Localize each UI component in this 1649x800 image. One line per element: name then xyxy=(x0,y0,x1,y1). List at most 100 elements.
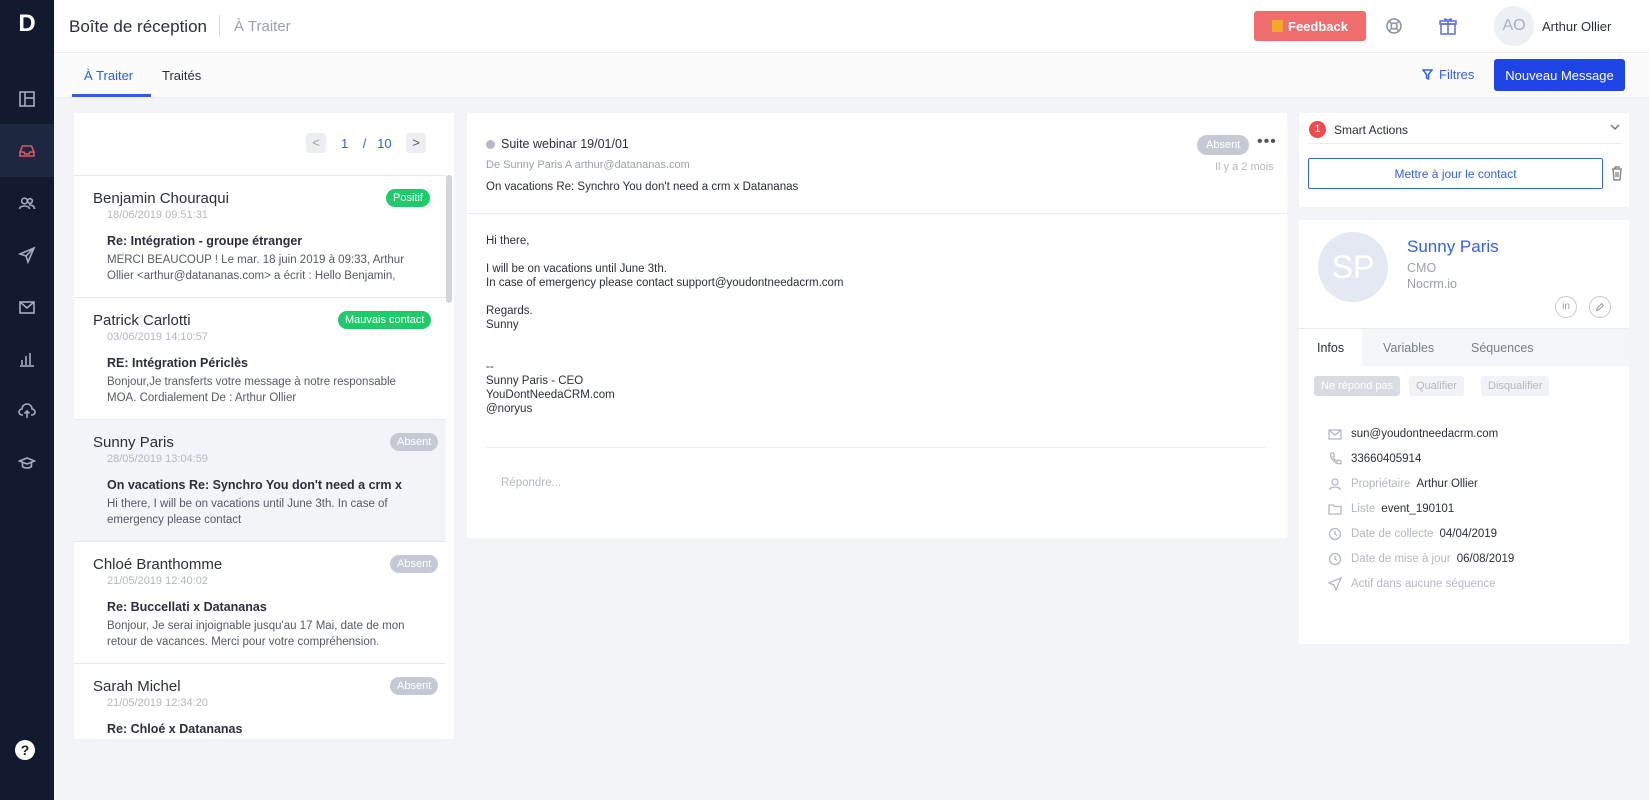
status-badge[interactable]: Absent xyxy=(1197,135,1250,155)
help-icon[interactable]: ? xyxy=(15,740,35,760)
status-badge: Absent xyxy=(390,433,439,451)
owner-value: Arthur Ollier xyxy=(1416,478,1478,490)
qualify-button[interactable]: Qualifier xyxy=(1409,376,1464,396)
status-badge: Absent xyxy=(390,555,439,573)
page-title: Boîte de réception xyxy=(69,17,207,36)
message-subject: Re: Intégration - groupe étranger xyxy=(107,234,303,248)
list-item[interactable]: Sunny Paris 28/05/2019 13:04:59 Absent O… xyxy=(74,419,446,541)
collect-date-value: 04/04/2019 xyxy=(1439,528,1498,540)
header-divider xyxy=(467,213,1287,214)
trash-icon[interactable] xyxy=(1610,165,1624,181)
reply-input[interactable]: Répondre... xyxy=(501,477,561,489)
body-line: Regards. xyxy=(486,305,533,317)
sender-name: Chloé Branthomme xyxy=(93,556,223,573)
user-avatar[interactable]: AO xyxy=(1494,6,1534,46)
app-logo[interactable]: D xyxy=(0,10,54,38)
list-item[interactable]: Benjamin Chouraqui 18/06/2019 09:51:31 P… xyxy=(74,175,446,297)
body-line: Hi there, xyxy=(486,235,530,247)
tab-infos[interactable]: Infos xyxy=(1299,329,1363,367)
gift-icon[interactable] xyxy=(1438,16,1458,36)
feedback-gift-icon xyxy=(1272,20,1283,32)
linkedin-icon[interactable]: in xyxy=(1555,296,1577,318)
update-date-label: Date de mise à jour xyxy=(1351,553,1451,565)
status-badge: Mauvais contact xyxy=(338,311,432,329)
next-page-button[interactable]: > xyxy=(406,133,426,153)
tab-sequences[interactable]: Séquences xyxy=(1471,329,1534,367)
chevron-down-icon[interactable] xyxy=(1609,121,1621,133)
no-reply-chip[interactable]: Ne répond pas xyxy=(1314,376,1401,396)
active-tab-indicator xyxy=(72,94,151,97)
phone-icon xyxy=(1330,452,1342,465)
message-preview: Hi there, I will be on vacations until J… xyxy=(107,498,388,526)
school-icon[interactable] xyxy=(0,436,54,489)
message-subject: On vacations Re: Synchro You don't need … xyxy=(107,478,402,492)
send-icon xyxy=(1328,577,1342,591)
message-date: 28/05/2019 13:04:59 xyxy=(107,453,208,465)
status-badge: Positif xyxy=(386,189,430,207)
body-line: YouDontNeedaCRM.com xyxy=(486,389,615,401)
folder-icon xyxy=(1328,504,1342,515)
message-date: 21/05/2019 12:40:02 xyxy=(107,575,208,587)
contact-name[interactable]: Sunny Paris xyxy=(1407,237,1499,257)
list-item[interactable]: Patrick Carlotti 03/06/2019 14:10:57 Mau… xyxy=(74,297,446,419)
chart-icon[interactable] xyxy=(0,332,54,385)
feedback-button[interactable]: Feedback xyxy=(1254,11,1366,41)
body-line: @noryus xyxy=(486,403,533,415)
contact-company: Nocrm.io xyxy=(1407,277,1458,291)
current-page: 1 xyxy=(341,136,349,151)
inbox-icon[interactable] xyxy=(0,124,54,177)
filters-label: Filtres xyxy=(1439,67,1475,82)
prev-page-button[interactable]: < xyxy=(306,133,326,153)
clock-icon xyxy=(1328,527,1342,541)
contact-tabs: Infos Variables Séquences xyxy=(1299,328,1629,367)
more-options-icon[interactable]: ••• xyxy=(1257,133,1277,151)
smart-actions-title[interactable]: Smart Actions xyxy=(1334,123,1408,137)
update-contact-button[interactable]: Mettre à jour le contact xyxy=(1308,158,1603,189)
collect-date-label: Date de collecte xyxy=(1351,528,1434,540)
list-scrollbar[interactable] xyxy=(446,175,452,303)
mail-icon[interactable] xyxy=(0,280,54,333)
clock-icon xyxy=(1328,552,1342,566)
inbox-tabs-bar: À Traiter Traités Filtres Nouveau Messag… xyxy=(54,53,1649,98)
status-badge: Absent xyxy=(390,677,439,695)
new-message-button[interactable]: Nouveau Message xyxy=(1494,59,1625,91)
list-item[interactable]: Sarah Michel 21/05/2019 12:34:20 Absent … xyxy=(74,663,446,739)
breadcrumb-current: À Traiter xyxy=(234,18,291,35)
disqualify-button[interactable]: Disqualifier xyxy=(1481,376,1550,396)
lifebuoy-icon[interactable] xyxy=(1384,16,1404,36)
message-preview: MERCI BEAUCOUP ! Le mar. 18 juin 2019 à … xyxy=(107,254,405,282)
message-list: < 1 / 10 > Benjamin Chouraqui 18/06/2019… xyxy=(74,113,454,739)
send-icon[interactable] xyxy=(0,228,54,281)
email-from: De Sunny Paris A arthur@datananas.com xyxy=(486,159,690,171)
tab-a-traiter[interactable]: À Traiter xyxy=(84,68,133,83)
contact-phone-row: 33660405914 xyxy=(1328,450,1421,468)
contact-card: SP Sunny Paris CMO Nocrm.io in Infos Var… xyxy=(1299,220,1629,644)
body-line: Sunny xyxy=(486,319,519,331)
body-line: In case of emergency please contact supp… xyxy=(486,277,844,289)
top-bar: Boîte de réception À Traiter Feedback AO… xyxy=(54,0,1649,53)
contact-sequence-row: Actif dans aucune séquence xyxy=(1328,575,1502,593)
cloud-upload-icon[interactable] xyxy=(0,384,54,437)
contact-phone[interactable]: 33660405914 xyxy=(1351,453,1421,465)
feedback-label: Feedback xyxy=(1288,18,1348,34)
page-indicator: 1 / 10 xyxy=(341,136,392,151)
layout-icon[interactable] xyxy=(0,72,54,125)
title-divider xyxy=(219,15,220,37)
contacts-icon[interactable] xyxy=(0,176,54,229)
contact-email[interactable]: sun@youdontneedacrm.com xyxy=(1351,428,1498,440)
tab-variables[interactable]: Variables xyxy=(1383,329,1434,367)
message-preview: Bonjour,Je transferts votre message à no… xyxy=(107,376,396,404)
unread-dot xyxy=(486,140,495,149)
email-subject: On vacations Re: Synchro You don't need … xyxy=(486,181,799,193)
contact-role: CMO xyxy=(1407,261,1437,275)
list-value: event_190101 xyxy=(1381,503,1455,515)
filters-button[interactable]: Filtres xyxy=(1422,67,1474,82)
user-name[interactable]: Arthur Ollier xyxy=(1542,19,1611,34)
reply-divider xyxy=(486,447,1266,448)
mail-icon xyxy=(1328,429,1342,440)
tab-traites[interactable]: Traités xyxy=(162,68,201,83)
list-item[interactable]: Chloé Branthomme 21/05/2019 12:40:02 Abs… xyxy=(74,541,446,663)
edit-icon[interactable] xyxy=(1589,296,1611,318)
filter-icon xyxy=(1422,69,1433,80)
thread-title: Suite webinar 19/01/01 xyxy=(501,137,629,151)
